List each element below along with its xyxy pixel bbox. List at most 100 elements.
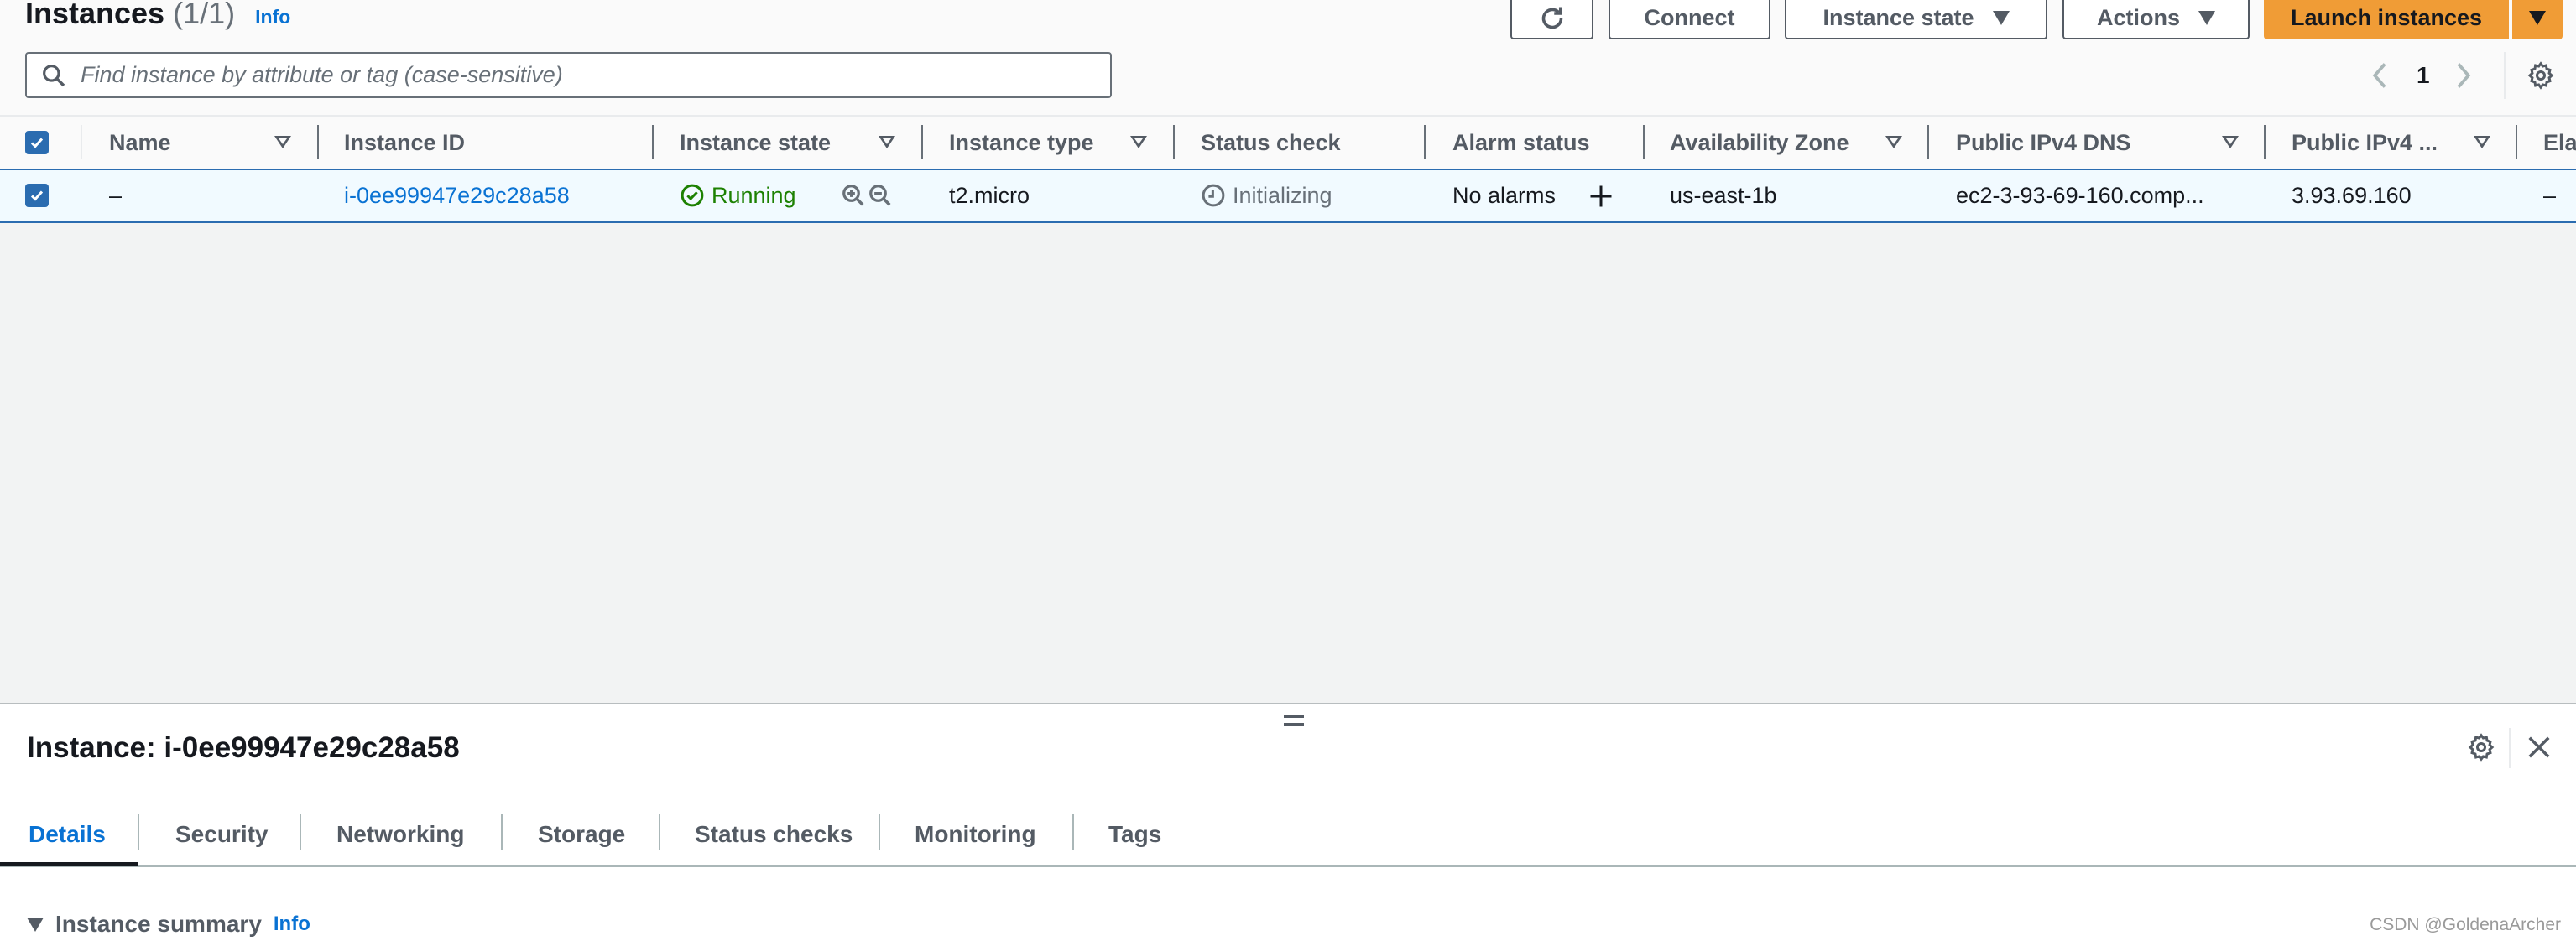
active-tab-indicator [0, 862, 138, 866]
instance-id-link[interactable]: i-0ee99947e29c28a58 [344, 170, 570, 221]
sort-icon[interactable] [2474, 136, 2490, 148]
connect-label: Connect [1644, 5, 1735, 30]
section-title: Instance summary [55, 911, 262, 937]
column-header-alarm-status[interactable]: Alarm status [1452, 117, 1590, 169]
zoom-out-icon[interactable] [868, 183, 893, 208]
sort-icon[interactable] [1130, 136, 1147, 148]
column-divider[interactable] [1643, 125, 1645, 159]
tab-divider [659, 814, 660, 850]
refresh-button[interactable] [1510, 0, 1593, 39]
check-circle-icon [681, 184, 704, 207]
row-checkbox[interactable] [25, 184, 49, 207]
instance-summary-header[interactable]: Instance summary Info [27, 911, 310, 938]
launch-instances-label: Launch instances [2290, 5, 2483, 30]
column-label: Instance state [680, 129, 832, 155]
caret-down-icon[interactable] [27, 917, 44, 932]
column-label: Instance type [949, 129, 1094, 155]
column-header-instance-type[interactable]: Instance type [949, 117, 1094, 169]
cell-alarm-status: No alarms [1452, 182, 1557, 208]
launch-instances-button[interactable]: Launch instances [2264, 0, 2509, 39]
checkmark-icon [30, 190, 44, 201]
panel-icons-divider [2509, 728, 2511, 768]
tab-divider [300, 814, 301, 850]
tab-monitoring[interactable]: Monitoring [915, 805, 1036, 864]
info-link[interactable]: Info [274, 912, 310, 936]
search-input[interactable] [79, 61, 1110, 89]
column-header-elastic-ip[interactable]: Ela [2543, 117, 2576, 169]
column-header-instance-state[interactable]: Instance state [680, 117, 831, 169]
tab-tags[interactable]: Tags [1108, 805, 1161, 864]
sort-icon[interactable] [274, 136, 291, 148]
chevron-right-icon[interactable] [2450, 61, 2475, 90]
tab-networking[interactable]: Networking [336, 805, 464, 864]
table-header: Name Instance ID Instance state Instance… [0, 117, 2576, 169]
refresh-icon [1541, 7, 1562, 29]
chevron-left-icon[interactable] [2368, 61, 2393, 90]
resize-handle[interactable] [1284, 715, 1304, 726]
column-divider[interactable] [652, 125, 654, 159]
checkmark-icon [30, 138, 44, 148]
current-page[interactable]: 1 [2417, 62, 2430, 89]
close-icon[interactable] [2526, 735, 2552, 760]
page-title-text: Instances [25, 0, 165, 30]
cell-status-check: Initializing [1201, 170, 1332, 221]
sort-icon[interactable] [879, 136, 895, 148]
zoom-in-icon[interactable] [841, 183, 866, 208]
status-check-text: Initializing [1233, 182, 1332, 208]
column-label: Ela [2543, 129, 2576, 155]
column-label: Alarm status [1452, 129, 1590, 155]
column-header-name[interactable]: Name [109, 117, 171, 169]
caret-down-icon [1992, 11, 2010, 25]
tab-divider [1072, 814, 1074, 850]
instance-state-dropdown[interactable]: Instance state [1785, 0, 2047, 39]
tab-divider [138, 814, 139, 850]
cell-name: – [109, 182, 123, 208]
connect-button[interactable]: Connect [1609, 0, 1770, 39]
column-label: Status check [1201, 129, 1341, 155]
search-field[interactable] [25, 52, 1112, 98]
column-divider[interactable] [317, 125, 319, 159]
column-divider [81, 125, 82, 159]
cell-instance-type: t2.micro [949, 182, 1030, 208]
launch-options-dropdown[interactable] [2512, 0, 2563, 39]
column-header-public-ip[interactable]: Public IPv4 ... [2292, 117, 2438, 169]
table-empty-area [0, 223, 2576, 703]
table-row[interactable]: – i-0ee99947e29c28a58 Running t2.micro I… [0, 169, 2576, 223]
info-link[interactable]: Info [255, 6, 290, 28]
column-label: Availability Zone [1670, 129, 1849, 155]
column-divider[interactable] [1173, 125, 1175, 159]
watermark: CSDN @GoldenaArcher [2370, 915, 2561, 934]
cell-instance-state: Running [680, 170, 796, 221]
cell-availability-zone: us-east-1b [1670, 182, 1777, 208]
sort-icon[interactable] [1885, 136, 1902, 148]
column-label: Public IPv4 ... [2292, 129, 2438, 155]
column-divider[interactable] [2516, 125, 2517, 159]
column-header-instance-id[interactable]: Instance ID [344, 117, 465, 169]
pager-divider [2504, 52, 2506, 99]
actions-dropdown[interactable]: Actions [2062, 0, 2250, 39]
column-header-public-dns[interactable]: Public IPv4 DNS [1956, 117, 2131, 169]
tab-security[interactable]: Security [175, 805, 269, 864]
column-divider[interactable] [2264, 125, 2266, 159]
search-icon [43, 64, 65, 86]
panel-settings-gear-icon[interactable] [2466, 732, 2496, 762]
column-divider[interactable] [1927, 125, 1929, 159]
caret-down-icon [2198, 11, 2215, 25]
page-title: Instances (1/1) Info [25, 0, 290, 35]
add-alarm-icon[interactable] [1588, 184, 1614, 209]
column-label: Name [109, 129, 171, 155]
column-divider[interactable] [1424, 125, 1426, 159]
column-header-availability-zone[interactable]: Availability Zone [1670, 117, 1849, 169]
gear-icon[interactable] [2526, 60, 2556, 91]
select-all-checkbox[interactable] [25, 131, 49, 154]
sort-icon[interactable] [2222, 136, 2239, 148]
instance-count: (1/1) [173, 0, 236, 30]
tab-storage[interactable]: Storage [538, 805, 625, 864]
column-label: Public IPv4 DNS [1956, 129, 2131, 155]
tab-status-checks[interactable]: Status checks [695, 805, 853, 864]
tabs-baseline [0, 865, 2576, 867]
column-header-status-check[interactable]: Status check [1201, 117, 1341, 169]
column-divider[interactable] [921, 125, 923, 159]
caret-down-icon [2529, 11, 2546, 25]
tab-details[interactable]: Details [29, 805, 106, 864]
